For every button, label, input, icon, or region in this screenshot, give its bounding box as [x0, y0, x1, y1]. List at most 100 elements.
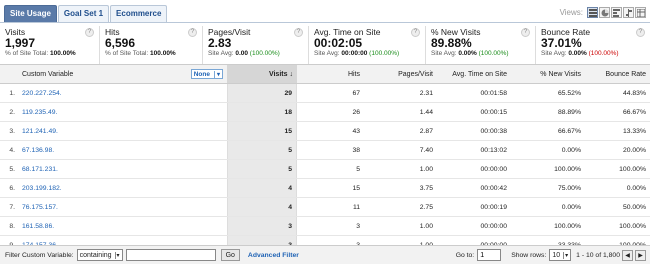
row-new-visits: 75.00%	[557, 184, 581, 192]
filter-mode-select[interactable]: containing ▾	[76, 249, 123, 261]
report-tabs: Site Usage Goal Set 1 Ecommerce	[4, 5, 168, 22]
show-rows-select[interactable]: 10 ▾	[549, 249, 572, 261]
advanced-filter-link[interactable]: Advanced Filter	[248, 252, 299, 259]
table-view-icon[interactable]	[587, 7, 598, 18]
row-pages-visit: 2.31	[419, 89, 433, 97]
table-footer: Filter Custom Variable: containing ▾ Go A…	[0, 245, 650, 264]
row-avg-time: 00:01:58	[480, 89, 507, 97]
row-bounce-rate: 0.00%	[626, 184, 646, 192]
table-header-row: Custom Variable None ▾ Visits ↓ Hits Pages…	[0, 64, 650, 84]
row-visits: 18	[227, 103, 297, 121]
tab-site-usage[interactable]: Site Usage	[4, 5, 57, 22]
metric-value: 37.01%	[541, 36, 582, 50]
row-index: 6.	[9, 184, 15, 192]
tab-ecommerce[interactable]: Ecommerce	[110, 5, 168, 22]
row-hits: 26	[352, 108, 360, 116]
row-index: 7.	[9, 203, 15, 211]
metric-value: 2.83	[208, 36, 232, 50]
row-hits: 67	[352, 89, 360, 97]
row-new-visits: 88.89%	[557, 108, 581, 116]
help-icon[interactable]: ?	[521, 28, 530, 37]
help-icon[interactable]: ?	[636, 28, 645, 37]
views-label: Views:	[559, 8, 583, 17]
row-visits: 4	[227, 198, 297, 216]
goto-input[interactable]	[477, 249, 502, 261]
row-bounce-rate: 44.83%	[622, 89, 646, 97]
tab-divider	[0, 22, 650, 23]
row-pages-visit: 2.75	[419, 203, 433, 211]
next-page-icon[interactable]: ▶	[635, 249, 646, 261]
column-header-dimension[interactable]: Custom Variable	[22, 71, 73, 78]
row-custom-variable-link[interactable]: 119.235.49.	[18, 103, 227, 121]
table-row: 6. 203.199.182. 4 15 3.75 00:00:42 75.00% 0.00%	[0, 179, 650, 198]
row-custom-variable-link[interactable]: 121.241.49.	[18, 122, 227, 140]
row-hits: 38	[352, 146, 360, 154]
pie-view-icon[interactable]	[599, 7, 610, 18]
filter-label: Filter Custom Variable:	[5, 251, 74, 259]
metric-value: 6,596	[105, 36, 136, 50]
header-pages-visit[interactable]: Pages/Visit	[364, 65, 437, 83]
go-button[interactable]: Go	[220, 249, 240, 261]
row-avg-time: 00:00:00	[480, 165, 507, 173]
metric-bounce-rate: Bounce Rate 37.01% Site Avg: 0.00% (100.…	[536, 26, 650, 64]
table-row: 1. 220.227.254. 29 67 2.31 00:01:58 65.52% 44.8…	[0, 84, 650, 103]
row-custom-variable-link[interactable]: 67.136.98.	[18, 141, 227, 159]
row-new-visits: 0.00%	[561, 203, 581, 211]
header-new-visits[interactable]: % New Visits	[511, 65, 585, 83]
table-row: 8. 161.58.86. 3 3 1.00 00:00:00 100.00% 100.00%	[0, 217, 650, 236]
header-visits[interactable]: Visits ↓	[227, 65, 297, 83]
metric-subtext: Site Avg: 00:00:00 (100.00%)	[314, 50, 400, 57]
filter-input[interactable]	[125, 249, 216, 261]
row-pages-visit: 3.75	[419, 184, 433, 192]
row-custom-variable-link[interactable]: 203.199.182.	[18, 179, 227, 197]
row-avg-time: 00:00:38	[480, 127, 507, 135]
row-visits: 3	[227, 217, 297, 235]
table-row: 2. 119.235.49. 18 26 1.44 00:00:15 88.89% 66.67…	[0, 103, 650, 122]
help-icon[interactable]: ?	[188, 28, 197, 37]
row-index: 3.	[9, 127, 15, 135]
table-row: 7. 76.175.157. 4 11 2.75 00:00:19 0.00% 50.00%	[0, 198, 650, 217]
row-hits: 3	[356, 222, 360, 230]
row-new-visits: 65.52%	[557, 89, 581, 97]
row-custom-variable-link[interactable]: 68.171.231.	[18, 160, 227, 178]
metrics-summary: Visits 1,997 % of Site Total: 100.00% ? …	[0, 26, 650, 64]
performance-view-icon[interactable]	[611, 7, 622, 18]
chevron-down-icon: ▾	[563, 251, 569, 259]
comparison-view-icon[interactable]	[623, 7, 634, 18]
row-index: 2.	[9, 108, 15, 116]
row-bounce-rate: 66.67%	[622, 108, 646, 116]
secondary-dimension-select[interactable]: None ▾	[190, 69, 223, 79]
row-custom-variable-link[interactable]: 76.175.157.	[18, 198, 227, 216]
metric-subtext: Site Avg: 0.00% (100.00%)	[431, 50, 509, 57]
table-body: 1. 220.227.254. 29 67 2.31 00:01:58 65.52% 44.8…	[0, 84, 650, 264]
metric-subtext: Site Avg: 0.00% (100.00%)	[541, 50, 619, 57]
header-hits[interactable]: Hits	[297, 65, 364, 83]
row-bounce-rate: 20.00%	[622, 146, 646, 154]
metric-value: 00:02:05	[314, 36, 363, 50]
row-custom-variable-link[interactable]: 161.58.86.	[18, 217, 227, 235]
row-avg-time: 00:00:00	[480, 222, 507, 230]
metric-hits: Hits 6,596 % of Site Total: 100.00% ?	[100, 26, 203, 64]
metric-pages-visit: Pages/Visit 2.83 Site Avg: 0.00 (100.00%…	[203, 26, 309, 64]
row-hits: 11	[352, 203, 360, 211]
help-icon[interactable]: ?	[85, 28, 94, 37]
table-row: 5. 68.171.231. 5 5 1.00 00:00:00 100.00% 100.00…	[0, 160, 650, 179]
row-pages-visit: 7.40	[419, 146, 433, 154]
pivot-view-icon[interactable]	[635, 7, 646, 18]
prev-page-icon[interactable]: ◀	[622, 249, 633, 261]
sort-down-icon: ↓	[289, 70, 294, 78]
row-new-visits: 100.00%	[554, 165, 581, 173]
help-icon[interactable]: ?	[411, 28, 420, 37]
row-avg-time: 00:13:02	[480, 146, 507, 154]
help-icon[interactable]: ?	[294, 28, 303, 37]
row-pages-visit: 2.87	[419, 127, 433, 135]
row-bounce-rate: 100.00%	[619, 222, 646, 230]
metric-avg-time: Avg. Time on Site 00:02:05 Site Avg: 00:…	[309, 26, 426, 64]
chevron-down-icon: ▾	[114, 251, 120, 259]
header-avg-time[interactable]: Avg. Time on Site	[437, 65, 511, 83]
header-bounce-rate[interactable]: Bounce Rate	[585, 65, 650, 83]
row-custom-variable-link[interactable]: 220.227.254.	[18, 84, 227, 102]
table-row: 4. 67.136.98. 5 38 7.40 00:13:02 0.00% 20.00%	[0, 141, 650, 160]
tab-goal-set-1[interactable]: Goal Set 1	[57, 5, 110, 22]
row-avg-time: 00:00:42	[480, 184, 507, 192]
